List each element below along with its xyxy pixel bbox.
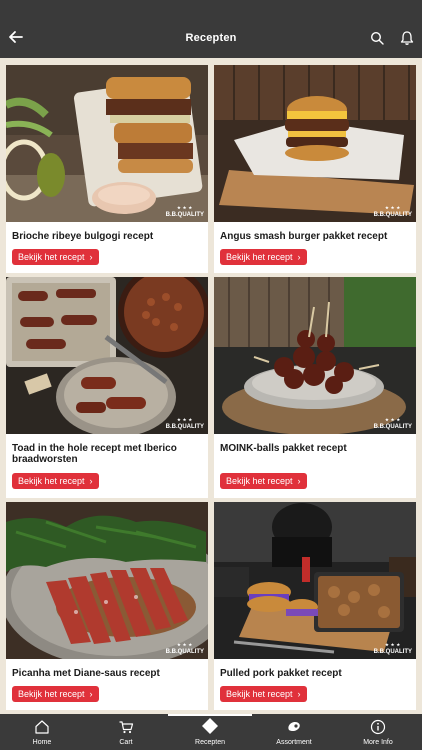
chevron-right-icon: ›	[297, 689, 301, 699]
recipe-title: Picanha met Diane-saus recept	[12, 668, 160, 679]
quality-badge: ★ ★ ★ B.B.QUALITY	[165, 205, 204, 218]
view-recipe-button[interactable]: Bekijk het recept ›	[12, 686, 99, 702]
chevron-right-icon: ›	[297, 252, 301, 262]
recipe-title: Pulled pork pakket recept	[220, 668, 342, 679]
recipe-card[interactable]: ★ ★ ★ B.B.QUALITY Picanha met Diane-saus …	[6, 502, 208, 710]
recipe-title: MOINK-balls pakket recept	[220, 443, 347, 454]
recipe-card[interactable]: ★ ★ ★ B.B.QUALITY MOINK-balls pakket rece…	[214, 277, 416, 498]
view-recipe-button[interactable]: Bekijk het recept ›	[220, 249, 307, 265]
chevron-right-icon: ›	[89, 252, 93, 262]
diamond-icon	[202, 718, 218, 734]
recipe-image[interactable]: ★ ★ ★ B.B.QUALITY	[6, 65, 208, 222]
tab-label: More Info	[363, 739, 393, 746]
recipe-image[interactable]: ★ ★ ★ B.B.QUALITY	[6, 502, 208, 659]
chevron-right-icon: ›	[297, 476, 301, 486]
tab-label: Home	[32, 739, 52, 746]
recipe-card[interactable]: ★ ★ ★ B.B.QUALITY Pulled pork pakket rece…	[214, 502, 416, 710]
tab-label: Assortment	[276, 739, 312, 746]
recipe-image[interactable]: ★ ★ ★ B.B.QUALITY	[214, 277, 416, 434]
quality-badge: ★ ★ ★ B.B.QUALITY	[165, 417, 204, 430]
tab-more-info[interactable]: More Info	[336, 714, 420, 750]
quality-badge: ★ ★ ★ B.B.QUALITY	[165, 642, 204, 655]
tab-cart[interactable]: Cart	[84, 714, 168, 750]
view-recipe-button[interactable]: Bekijk het recept ›	[12, 473, 99, 489]
home-icon	[35, 720, 49, 734]
tab-recepten[interactable]: Recepten	[168, 714, 252, 750]
recipe-title: Brioche ribeye bulgogi recept	[12, 231, 154, 242]
chevron-right-icon: ›	[89, 689, 93, 699]
tab-assortment[interactable]: Assortment	[252, 714, 336, 750]
bell-icon[interactable]	[399, 30, 415, 46]
search-icon[interactable]	[370, 31, 384, 45]
quality-badge: ★ ★ ★ B.B.QUALITY	[373, 642, 412, 655]
tab-label: Recepten	[195, 739, 225, 746]
chevron-right-icon: ›	[89, 476, 93, 486]
tab-label: Cart	[119, 739, 133, 746]
quality-badge: ★ ★ ★ B.B.QUALITY	[373, 205, 412, 218]
recipe-card[interactable]: ★ ★ ★ B.B.QUALITY Brioche ribeye bulgogi …	[6, 65, 208, 273]
view-recipe-button[interactable]: Bekijk het recept ›	[220, 473, 307, 489]
quality-badge: ★ ★ ★ B.B.QUALITY	[373, 417, 412, 430]
view-recipe-button[interactable]: Bekijk het recept ›	[220, 686, 307, 702]
recipe-title: Angus smash burger pakket recept	[220, 231, 388, 242]
recipe-card[interactable]: ★ ★ ★ B.B.QUALITY Toad in the hole recept…	[6, 277, 208, 498]
top-bar: Recepten	[0, 0, 422, 58]
view-recipe-button[interactable]: Bekijk het recept ›	[12, 249, 99, 265]
recipe-image[interactable]: ★ ★ ★ B.B.QUALITY	[214, 65, 416, 222]
recipe-image[interactable]: ★ ★ ★ B.B.QUALITY	[6, 277, 208, 434]
recipe-image[interactable]: ★ ★ ★ B.B.QUALITY	[214, 502, 416, 659]
recipe-title: Toad in the hole recept met Iberico braa…	[12, 443, 177, 465]
tab-home[interactable]: Home	[0, 714, 84, 750]
page-title: Recepten	[185, 32, 237, 44]
bottom-tab-bar: Home Cart Recepten Assortment More Info	[0, 714, 422, 750]
recipe-card[interactable]: ★ ★ ★ B.B.QUALITY Angus smash burger pakk…	[214, 65, 416, 273]
meat-icon	[288, 722, 300, 732]
info-icon	[370, 719, 386, 735]
cart-icon	[119, 721, 134, 734]
